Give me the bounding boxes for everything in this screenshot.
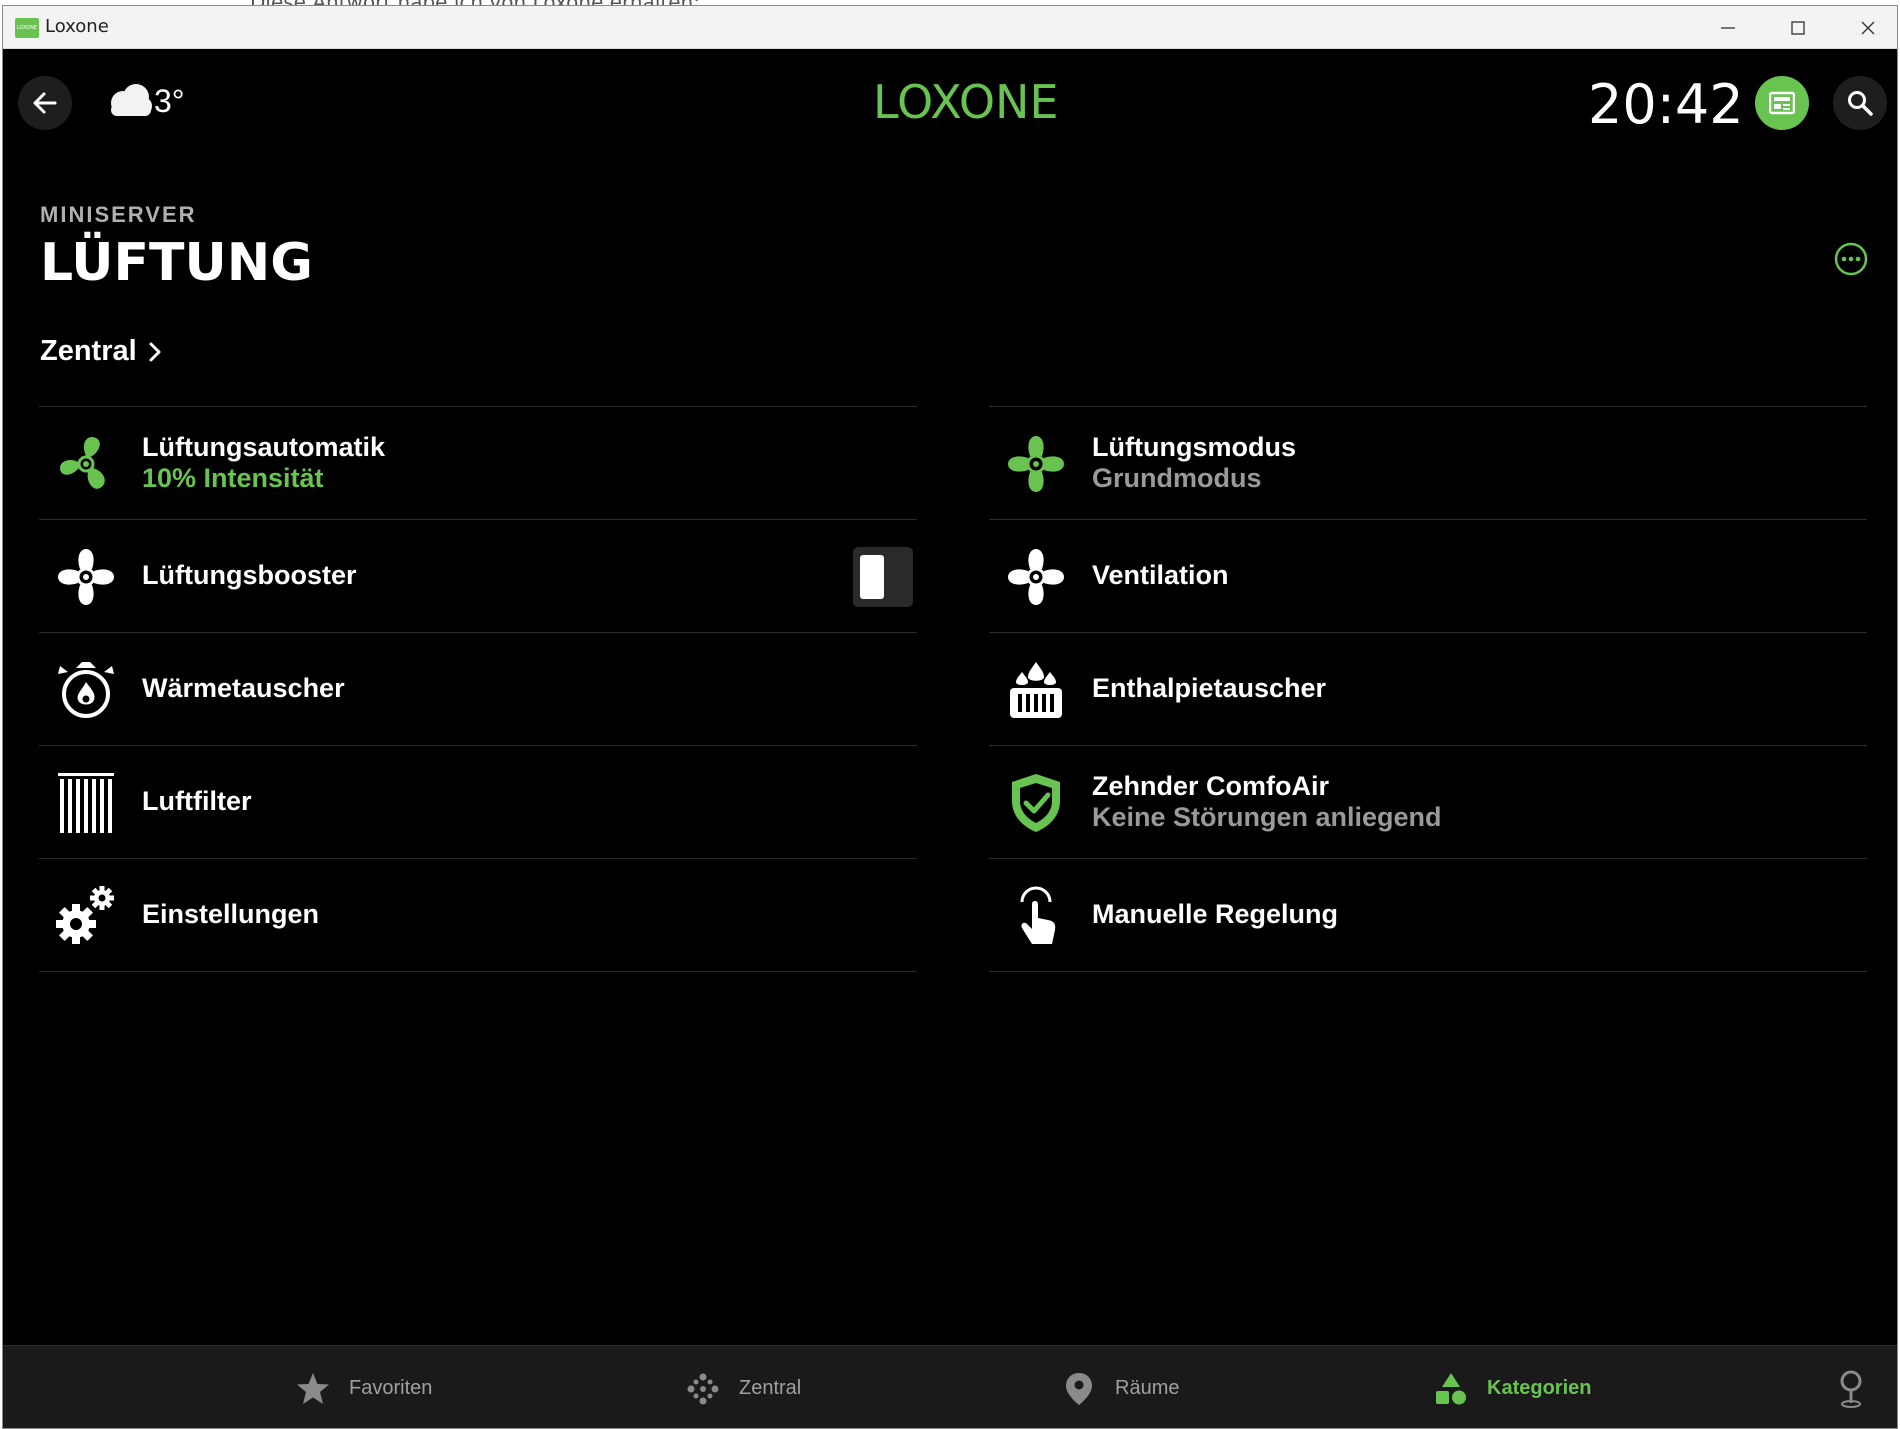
clock: 20:42 bbox=[1588, 73, 1744, 136]
control-row-lueftungsmodus[interactable]: Lüftungsmodus Grundmodus bbox=[989, 407, 1867, 520]
window-title: Loxone bbox=[45, 16, 109, 37]
shield-check-icon bbox=[1004, 771, 1068, 835]
temperature[interactable]: 3° bbox=[154, 83, 185, 120]
loxone-app: 3° LOXONE 20:42 MINISERVER LÜFTUNG Zentr… bbox=[3, 49, 1897, 1428]
booster-toggle[interactable] bbox=[853, 547, 913, 607]
fan-icon bbox=[1004, 545, 1068, 609]
tab-favoriten[interactable]: Favoriten bbox=[295, 1346, 433, 1428]
close-button[interactable] bbox=[1833, 6, 1897, 49]
tab-label: Kategorien bbox=[1487, 1377, 1592, 1399]
control-row-lueftungsautomatik[interactable]: Lüftungsautomatik 10% Intensität bbox=[39, 407, 917, 520]
control-row-ventilation[interactable]: Ventilation bbox=[989, 520, 1867, 633]
control-label: Einstellungen bbox=[142, 899, 320, 929]
control-label: Enthalpietauscher bbox=[1092, 673, 1327, 703]
control-label: Wärmetauscher bbox=[142, 673, 345, 703]
fan-green-icon bbox=[54, 432, 118, 496]
control-row-einstellungen[interactable]: Einstellungen bbox=[39, 859, 917, 972]
toggle-knob bbox=[860, 555, 884, 599]
heat-exchanger-icon bbox=[54, 658, 118, 722]
pin-icon bbox=[1840, 1370, 1862, 1408]
star-icon bbox=[297, 1372, 329, 1404]
shapes-icon bbox=[1436, 1372, 1466, 1404]
page-title: LÜFTUNG bbox=[40, 233, 313, 293]
maximize-button[interactable] bbox=[1763, 6, 1833, 49]
tab-label: Räume bbox=[1115, 1377, 1180, 1399]
news-button[interactable] bbox=[1755, 76, 1809, 130]
control-row-waermetauscher[interactable]: Wärmetauscher bbox=[39, 633, 917, 746]
right-controls-list: Lüftungsmodus Grundmodus Ventilation Ent… bbox=[989, 406, 1867, 972]
section-link-zentral[interactable]: Zentral bbox=[40, 335, 163, 368]
control-row-luftfilter[interactable]: Luftfilter bbox=[39, 746, 917, 859]
chevron-right-icon bbox=[149, 342, 161, 361]
dots-icon bbox=[687, 1373, 719, 1404]
control-label: Lüftungsbooster bbox=[142, 560, 357, 590]
more-options-icon[interactable] bbox=[1833, 241, 1869, 277]
control-row-manuelle-regelung[interactable]: Manuelle Regelung bbox=[989, 859, 1867, 972]
control-row-zehnder-comfoair[interactable]: Zehnder ComfoAir Keine Störungen anliege… bbox=[989, 746, 1867, 859]
control-status: 10% Intensität bbox=[142, 463, 324, 493]
tab-label: Favoriten bbox=[349, 1377, 433, 1399]
app-logo-icon: LOXONE bbox=[15, 18, 39, 38]
app-window: LOXONE Loxone 3° LOXONE 20:42 MINISERVER… bbox=[2, 5, 1898, 1429]
tab-raeume[interactable]: Räume bbox=[1061, 1346, 1180, 1428]
tab-zentral[interactable]: Zentral bbox=[685, 1346, 802, 1428]
control-label: Ventilation bbox=[1092, 560, 1229, 590]
minimize-button[interactable] bbox=[1693, 6, 1763, 49]
search-icon bbox=[1848, 91, 1873, 116]
maximize-icon bbox=[1791, 21, 1805, 35]
control-status: Keine Störungen anliegend bbox=[1092, 802, 1442, 832]
arrow-left-icon bbox=[33, 92, 57, 114]
back-button[interactable] bbox=[18, 76, 72, 130]
touch-hand-icon bbox=[1004, 884, 1068, 948]
title-bar: LOXONE Loxone bbox=[3, 6, 1897, 49]
newspaper-icon bbox=[1769, 91, 1795, 115]
control-status: Grundmodus bbox=[1092, 463, 1262, 493]
control-label: Manuelle Regelung bbox=[1092, 899, 1339, 929]
control-label: Lüftungsmodus bbox=[1092, 432, 1296, 462]
fan-green-icon bbox=[1004, 432, 1068, 496]
gears-icon bbox=[54, 884, 118, 948]
control-row-lueftungsbooster[interactable]: Lüftungsbooster bbox=[39, 520, 917, 633]
control-label: Luftfilter bbox=[142, 786, 252, 816]
location-pin-icon bbox=[1066, 1372, 1092, 1405]
left-controls-list: Lüftungsautomatik 10% Intensität Lüftung… bbox=[39, 406, 917, 972]
loxone-logo: LOXONE bbox=[873, 75, 1059, 129]
fan-icon bbox=[54, 545, 118, 609]
close-icon bbox=[1861, 21, 1875, 35]
tab-label: Zentral bbox=[739, 1377, 802, 1399]
page-subtitle: MINISERVER bbox=[40, 202, 197, 227]
control-label: Lüftungsautomatik bbox=[142, 432, 385, 462]
filter-icon bbox=[54, 771, 118, 835]
enthalpy-exchanger-icon bbox=[1004, 658, 1068, 722]
tab-location[interactable] bbox=[1833, 1346, 1887, 1428]
cloud-icon[interactable] bbox=[103, 79, 155, 119]
bottom-navigation: Favoriten Zentral Räume Kategorien bbox=[3, 1345, 1897, 1428]
minimize-icon bbox=[1721, 27, 1735, 29]
control-label: Zehnder ComfoAir bbox=[1092, 771, 1330, 801]
search-button[interactable] bbox=[1833, 76, 1887, 130]
tab-kategorien[interactable]: Kategorien bbox=[1433, 1346, 1592, 1428]
control-row-enthalpietauscher[interactable]: Enthalpietauscher bbox=[989, 633, 1867, 746]
section-link-label: Zentral bbox=[40, 335, 137, 367]
